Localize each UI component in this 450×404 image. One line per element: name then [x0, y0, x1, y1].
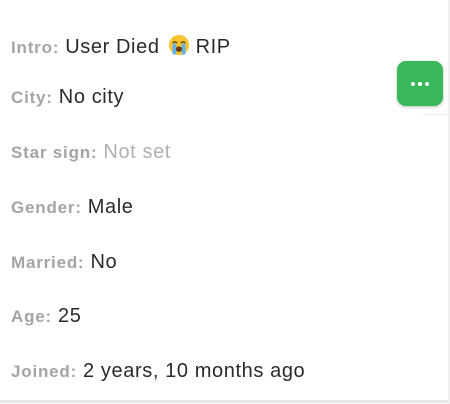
joined-label: Joined:	[11, 362, 78, 381]
city-row: City: No city	[11, 86, 124, 109]
intro-value: User Died	[65, 36, 160, 58]
more-horizontal-icon	[410, 81, 431, 86]
gender-value: Male	[87, 196, 134, 218]
age-value: 25	[57, 305, 82, 327]
star-sign-value: Not set	[103, 141, 171, 163]
city-value: No city	[58, 86, 125, 108]
married-value: No	[90, 251, 118, 273]
age-row: Age: 25	[11, 305, 81, 328]
married-row: Married: No	[11, 251, 117, 274]
loudly-crying-face-icon	[168, 34, 189, 56]
married-label: Married:	[11, 253, 85, 272]
gender-label: Gender:	[11, 198, 82, 217]
gender-row: Gender: Male	[11, 196, 134, 219]
age-label: Age:	[11, 307, 52, 326]
star-sign-label: Star sign:	[11, 143, 98, 162]
bottom-divider	[0, 400, 448, 403]
star-sign-row: Star sign: Not set	[11, 141, 171, 164]
city-label: City:	[11, 88, 53, 107]
joined-row: Joined: 2 years, 10 months ago	[11, 360, 305, 383]
intro-row: Intro: User Died RIP	[11, 31, 231, 59]
more-options-button[interactable]	[397, 61, 443, 106]
joined-value: 2 years, 10 months ago	[83, 360, 306, 382]
intro-label: Intro:	[11, 38, 60, 57]
divider	[423, 114, 450, 115]
intro-suffix: RIP	[195, 36, 231, 58]
